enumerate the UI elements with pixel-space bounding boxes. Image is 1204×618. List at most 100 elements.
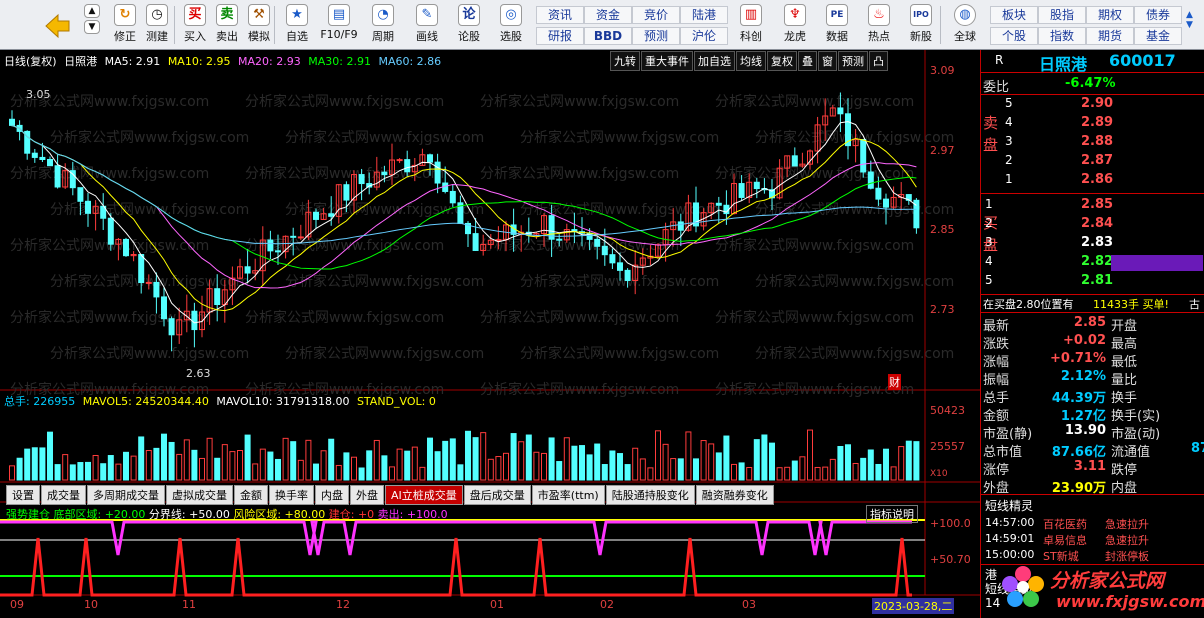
volume-bar [579, 445, 585, 481]
sell-level-price[interactable]: 2.87 [1081, 153, 1113, 168]
indicator-help-button[interactable]: 指标说明 [866, 505, 918, 523]
small-button-bbd[interactable]: BBD [584, 27, 632, 45]
small-button-债券[interactable]: 债券 [1134, 6, 1182, 24]
candle-body [85, 200, 91, 214]
ind-sell-label: 卖出: +100.0 [377, 508, 448, 521]
toolbar-button-热点[interactable]: ♨ 热点 [862, 4, 896, 48]
volume-bar [807, 429, 813, 481]
tab-换手率[interactable]: 换手率 [269, 485, 314, 505]
toolbar-button-选股[interactable]: ◎ 选股 [494, 4, 528, 48]
pe-icon: PE [826, 4, 848, 26]
tab-融资融券变化[interactable]: 融资融券变化 [695, 485, 774, 505]
candle-body [54, 165, 61, 188]
small-button-期权[interactable]: 期权 [1086, 6, 1134, 24]
btn-均线[interactable]: 均线 [736, 51, 766, 71]
btn-叠[interactable]: 叠 [798, 51, 817, 71]
small-button-板块[interactable]: 板块 [990, 6, 1038, 24]
toolbar-button-全球[interactable]: ◍ 全球 [948, 4, 982, 48]
volume-bar [123, 451, 129, 481]
select-icon: ◎ [500, 4, 522, 26]
sell-level-price[interactable]: 2.86 [1081, 172, 1113, 187]
back-arrow-icon [45, 13, 70, 39]
btn-重大事件[interactable]: 重大事件 [641, 51, 693, 71]
toolbar-button-测建[interactable]: ◷ 测建 [140, 4, 174, 48]
tab-金额[interactable]: 金额 [234, 485, 268, 505]
buy-level-price[interactable]: 2.84 [1081, 216, 1113, 231]
tab-ai立桩成交量[interactable]: AI立桩成交量 [385, 485, 463, 505]
toolbar-button-修正[interactable]: ↻ 修正 [108, 4, 142, 48]
toolbar-scroll-icon[interactable]: ▲ ▼ [1186, 10, 1198, 40]
small-button-沪伦[interactable]: 沪伦 [680, 27, 728, 45]
tab-虚拟成交量[interactable]: 虚拟成交量 [166, 485, 233, 505]
alert-stock[interactable]: 卓易信息 [1043, 532, 1087, 548]
small-button-陆港[interactable]: 陆港 [680, 6, 728, 24]
toolbar-button-周期[interactable]: ◔ 周期 [366, 4, 400, 48]
btn-预测[interactable]: 预测 [838, 51, 868, 71]
toolbar-button-科创[interactable]: ▥ 科创 [734, 4, 768, 48]
scroll-up-button[interactable]: ▲ ▼ [82, 4, 102, 48]
tab-多周期成交量[interactable]: 多周期成交量 [87, 485, 165, 505]
toolbar-button-画线[interactable]: ✎ 画线 [410, 4, 444, 48]
volume-bar [685, 431, 692, 481]
buy-level-price[interactable]: 2.85 [1081, 197, 1113, 212]
tab-市盈率[interactable]: 市盈率(ttm) [531, 485, 605, 505]
small-button-资金[interactable]: 资金 [584, 6, 632, 24]
alert-stock[interactable]: 百花医药 [1043, 516, 1087, 532]
sell-level-price[interactable]: 2.88 [1081, 134, 1113, 149]
toolbar-button-买入[interactable]: 买买入 [178, 4, 212, 48]
volume-bar [541, 452, 547, 481]
small-button-研报[interactable]: 研报 [536, 27, 584, 45]
volume-bar [434, 451, 441, 481]
small-button-竞价[interactable]: 竞价 [632, 6, 680, 24]
sell-level-price[interactable]: 2.90 [1081, 96, 1113, 111]
chart-area[interactable]: 分析家公式网www.fxjgsw.com 分析家公式网www.fxjgsw.com… [0, 50, 980, 618]
btn-加自选[interactable]: 加自选 [694, 51, 735, 71]
buy-level-price[interactable]: 2.81 [1081, 273, 1113, 288]
toolbar-button-卖出[interactable]: 卖卖出 [210, 4, 244, 48]
tab-内盘[interactable]: 内盘 [315, 485, 349, 505]
toolbar-button-模拟[interactable]: ⚒ 模拟 [242, 4, 276, 48]
kline-chart-svg[interactable]: 分析家公式网www.fxjgsw.com 分析家公式网www.fxjgsw.com… [0, 50, 980, 618]
alert-time: 14:59:01 [985, 532, 1035, 545]
hammer-icon: ⚒ [248, 4, 270, 26]
tab-成交量[interactable]: 成交量 [41, 485, 86, 505]
btn-九转[interactable]: 九转 [610, 51, 640, 71]
btn-复权[interactable]: 复权 [767, 51, 797, 71]
small-button-指数[interactable]: 指数 [1038, 27, 1086, 45]
candle-body [267, 239, 274, 252]
sell-level-price[interactable]: 2.89 [1081, 115, 1113, 130]
tab-盘后成交量[interactable]: 盘后成交量 [463, 485, 531, 505]
toolbar-button-新股[interactable]: IPO 新股 [904, 4, 938, 48]
pencil-icon: ✎ [416, 4, 438, 26]
toolbar-button-龙虎[interactable]: ♆ 龙虎 [778, 4, 812, 48]
finance-badge[interactable]: 财 [888, 374, 901, 390]
toolbar-button-自选[interactable]: ★ 自选 [280, 4, 314, 48]
small-button-股指[interactable]: 股指 [1038, 6, 1086, 24]
tab-外盘[interactable]: 外盘 [350, 485, 384, 505]
tab-陆股通持股变化[interactable]: 陆股通持股变化 [605, 485, 695, 505]
ma10-label: MA10: 2.95 [167, 55, 231, 68]
toolbar-button-f10[interactable]: ▤ F10/F9 [318, 4, 360, 48]
globe-icon: ◍ [954, 4, 976, 26]
candle-body [617, 262, 623, 271]
small-button-个股[interactable]: 个股 [990, 27, 1038, 45]
toolbar-button-数据[interactable]: PE 数据 [820, 4, 854, 48]
toolbar-button-论股[interactable]: 论论股 [452, 4, 486, 48]
tab-设置[interactable]: 设置 [6, 485, 40, 505]
back-button[interactable] [40, 7, 74, 45]
volume-bar [898, 446, 905, 481]
sell-level-num: 4 [1005, 115, 1013, 129]
flower-logo-icon [1002, 566, 1044, 607]
small-button-资讯[interactable]: 资讯 [536, 6, 584, 24]
small-button-期货[interactable]: 期货 [1086, 27, 1134, 45]
small-button-基金[interactable]: 基金 [1134, 27, 1182, 45]
buy-level-price[interactable]: 2.82 [1081, 254, 1113, 269]
btn-窗[interactable]: 窗 [818, 51, 837, 71]
small-button-预测[interactable]: 预测 [632, 27, 680, 45]
btn-凸[interactable]: 凸 [869, 51, 888, 71]
background-watermark-text: 分析家公式网www.fxjgsw.com [245, 309, 444, 326]
volume-bar [753, 439, 760, 481]
background-watermark-text: 分析家公式网www.fxjgsw.com [480, 309, 679, 326]
volume-bar [913, 441, 920, 481]
buy-level-price[interactable]: 2.83 [1081, 235, 1113, 250]
